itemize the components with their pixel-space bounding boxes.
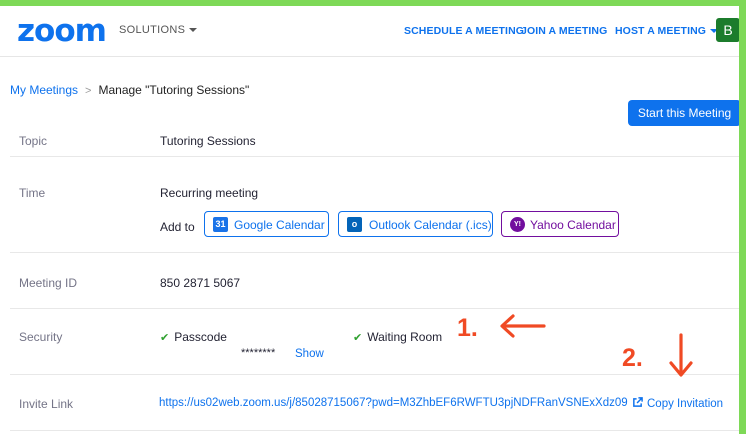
arrow-down-icon [669,333,693,377]
topic-value: Tutoring Sessions [160,134,256,148]
waiting-room-label: Waiting Room [367,330,443,344]
check-icon: ✔ [353,332,363,344]
outlook-calendar-label: Outlook Calendar (.ics) [369,218,492,232]
manage-meeting-page: zoom SOLUTIONS SCHEDULE A MEETING JOIN A… [0,6,739,434]
solutions-menu[interactable]: SOLUTIONS [119,24,198,36]
copy-invitation-button[interactable]: Copy Invitation [632,397,723,410]
passcode-label: Passcode [174,330,227,344]
passcode-item: ✔ Passcode [160,330,227,344]
meeting-id-value: 850 2871 5067 [160,276,241,290]
annotation-number-two: 2. [622,344,643,372]
time-label: Time [19,186,46,200]
google-calendar-label: Google Calendar [234,218,325,232]
breadcrumb: My Meetings > Manage "Tutoring Sessions" [10,83,249,97]
meeting-id-row: Meeting ID 850 2871 5067 [10,253,739,309]
outlook-calendar-icon: o [347,217,362,232]
invite-link-row: Invite Link https://us02web.zoom.us/j/85… [10,375,739,431]
top-nav-bar: zoom SOLUTIONS SCHEDULE A MEETING JOIN A… [0,6,739,57]
external-link-icon [633,397,643,407]
zoom-logo[interactable]: zoom [17,14,107,48]
waiting-room-item: ✔ Waiting Room [353,330,442,344]
topic-label: Topic [19,134,48,148]
join-meeting-link[interactable]: JOIN A MEETING [521,25,607,37]
time-value: Recurring meeting [160,186,259,200]
invite-link-label: Invite Link [19,397,74,411]
passcode-masked: ******** [241,347,276,359]
chevron-down-icon [189,28,198,33]
add-to-label: Add to [160,220,195,234]
host-meeting-label: HOST A MEETING [615,25,707,37]
yahoo-calendar-icon: Y! [510,217,525,232]
time-row: Time Recurring meeting Add to 31 Google … [10,157,739,253]
meeting-id-label: Meeting ID [19,276,78,290]
host-meeting-menu[interactable]: HOST A MEETING [615,25,719,37]
breadcrumb-current: Manage "Tutoring Sessions" [98,83,250,97]
annotation-number-one: 1. [457,314,478,342]
topic-row: Topic Tutoring Sessions [10,109,739,157]
yahoo-calendar-button[interactable]: Y! Yahoo Calendar [501,211,619,237]
check-icon: ✔ [160,332,170,344]
copy-invitation-label: Copy Invitation [647,398,724,410]
avatar[interactable]: B [716,18,739,42]
security-label: Security [19,330,63,344]
outlook-calendar-button[interactable]: o Outlook Calendar (.ics) [338,211,493,237]
google-calendar-button[interactable]: 31 Google Calendar [204,211,329,237]
arrow-left-icon [500,314,546,338]
solutions-label: SOLUTIONS [119,24,186,36]
schedule-meeting-link[interactable]: SCHEDULE A MEETING [404,25,524,37]
google-calendar-icon: 31 [213,217,228,232]
yahoo-calendar-label: Yahoo Calendar [530,218,616,232]
invite-link-url[interactable]: https://us02web.zoom.us/j/85028715067?pw… [159,397,628,409]
breadcrumb-my-meetings[interactable]: My Meetings [10,83,78,97]
breadcrumb-separator: > [85,85,92,97]
show-passcode-link[interactable]: Show [295,348,324,360]
